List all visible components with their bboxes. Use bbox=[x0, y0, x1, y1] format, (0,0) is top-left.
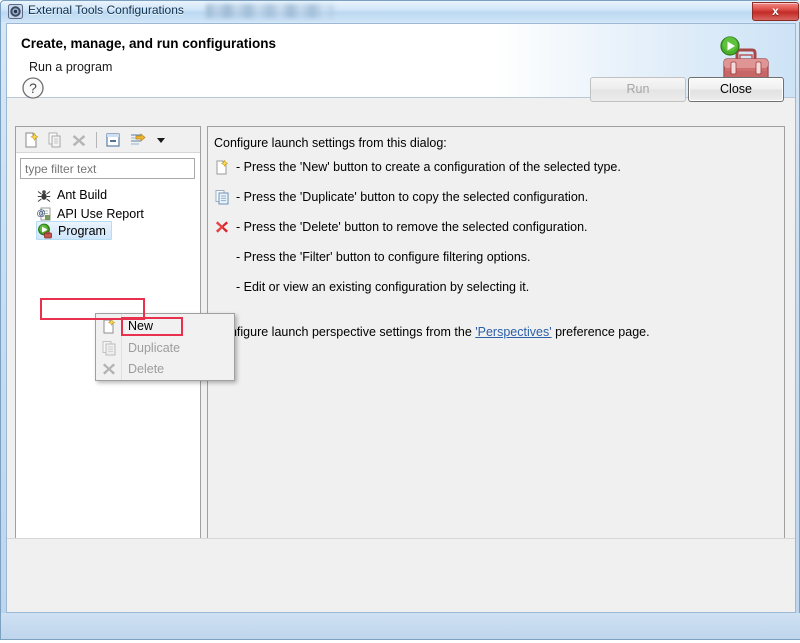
dialog-window: External Tools Configurations x Create, … bbox=[0, 0, 800, 640]
tree-item-label: API Use Report bbox=[57, 206, 144, 221]
description-row-duplicate: - Press the 'Duplicate' button to copy t… bbox=[214, 190, 588, 206]
tree-item-label: Ant Build bbox=[57, 187, 108, 202]
tree-item-label: Program bbox=[58, 223, 106, 238]
filter-icon[interactable] bbox=[128, 131, 148, 149]
duplicate-document-icon bbox=[214, 189, 230, 205]
description-row-new: - Press the 'New' button to create a con… bbox=[214, 159, 621, 176]
title-bar: External Tools Configurations x bbox=[1, 1, 800, 22]
delete-x-icon bbox=[101, 361, 117, 377]
context-menu-item-delete: Delete bbox=[97, 358, 233, 380]
page-subtitle: Run a program bbox=[29, 60, 113, 74]
new-document-icon bbox=[101, 318, 117, 334]
description-row-text: - Press the 'Delete' button to remove th… bbox=[236, 220, 588, 234]
close-button[interactable]: Close bbox=[688, 77, 784, 102]
window-close-button[interactable]: x bbox=[752, 2, 799, 21]
svg-text:@: @ bbox=[37, 208, 46, 218]
description-row-text: - Press the 'New' button to create a con… bbox=[236, 160, 621, 174]
delete-x-icon bbox=[214, 219, 230, 235]
tree-item-program[interactable]: Program bbox=[36, 221, 112, 240]
delete-x-icon bbox=[70, 131, 88, 149]
description-row-filter: - Press the 'Filter' button to configure… bbox=[214, 250, 531, 266]
duplicate-document-icon bbox=[101, 340, 117, 356]
context-menu-item-label: Duplicate bbox=[128, 341, 181, 355]
question-mark-help-icon[interactable]: ? bbox=[21, 76, 45, 100]
description-footer-prefix: Configure launch perspective settings fr… bbox=[214, 325, 476, 339]
edit-configuration-icon bbox=[214, 279, 230, 295]
window-title: External Tools Configurations bbox=[28, 3, 184, 17]
collapse-all-icon[interactable] bbox=[104, 131, 122, 149]
dialog-footer bbox=[7, 538, 795, 612]
description-row-edit: - Edit or view an existing configuration… bbox=[214, 280, 529, 296]
new-document-icon[interactable] bbox=[22, 131, 40, 149]
window-bottom-strip bbox=[1, 613, 800, 639]
tree-context-menu: New Duplicate Delete bbox=[95, 313, 235, 381]
filter-icon bbox=[214, 249, 230, 265]
run-button[interactable]: Run bbox=[590, 77, 686, 102]
description-footer-suffix: preference page. bbox=[551, 325, 650, 339]
description-footer: Configure launch perspective settings fr… bbox=[214, 325, 650, 339]
page-title: Create, manage, and run configurations bbox=[21, 36, 277, 51]
dialog-client-area: Create, manage, and run configurations R… bbox=[6, 23, 796, 613]
redacted-title-suffix bbox=[206, 4, 334, 18]
description-row-delete: - Press the 'Delete' button to remove th… bbox=[214, 220, 588, 236]
description-row-text: - Press the 'Filter' button to configure… bbox=[236, 250, 531, 264]
context-menu-item-new[interactable]: New bbox=[97, 315, 233, 337]
ant-build-icon bbox=[36, 187, 52, 203]
context-menu-item-duplicate: Duplicate bbox=[97, 337, 233, 359]
new-document-icon bbox=[214, 159, 230, 175]
tree-item-ant-build[interactable]: Ant Build bbox=[36, 185, 107, 204]
svg-text:?: ? bbox=[29, 80, 37, 96]
description-row-text: - Edit or view an existing configuration… bbox=[236, 280, 530, 294]
perspectives-link[interactable]: 'Perspectives' bbox=[475, 325, 551, 339]
program-run-icon bbox=[37, 223, 53, 239]
context-menu-item-label: Delete bbox=[128, 362, 165, 376]
duplicate-document-icon bbox=[46, 131, 64, 149]
api-use-report-icon: @ bbox=[36, 206, 52, 222]
toolbar-separator bbox=[96, 132, 97, 148]
description-row-text: - Press the 'Duplicate' button to copy t… bbox=[236, 190, 589, 204]
filter-text-input[interactable] bbox=[20, 158, 195, 179]
description-panel: Configure launch settings from this dial… bbox=[207, 126, 785, 590]
tree-toolbar bbox=[16, 127, 200, 153]
eclipse-external-tools-icon bbox=[8, 4, 23, 19]
chevron-down-icon[interactable] bbox=[154, 131, 168, 149]
dialog-content: Ant Build @ bbox=[7, 98, 795, 590]
description-intro: Configure launch settings from this dial… bbox=[214, 136, 447, 150]
context-menu-item-label: New bbox=[128, 319, 154, 333]
